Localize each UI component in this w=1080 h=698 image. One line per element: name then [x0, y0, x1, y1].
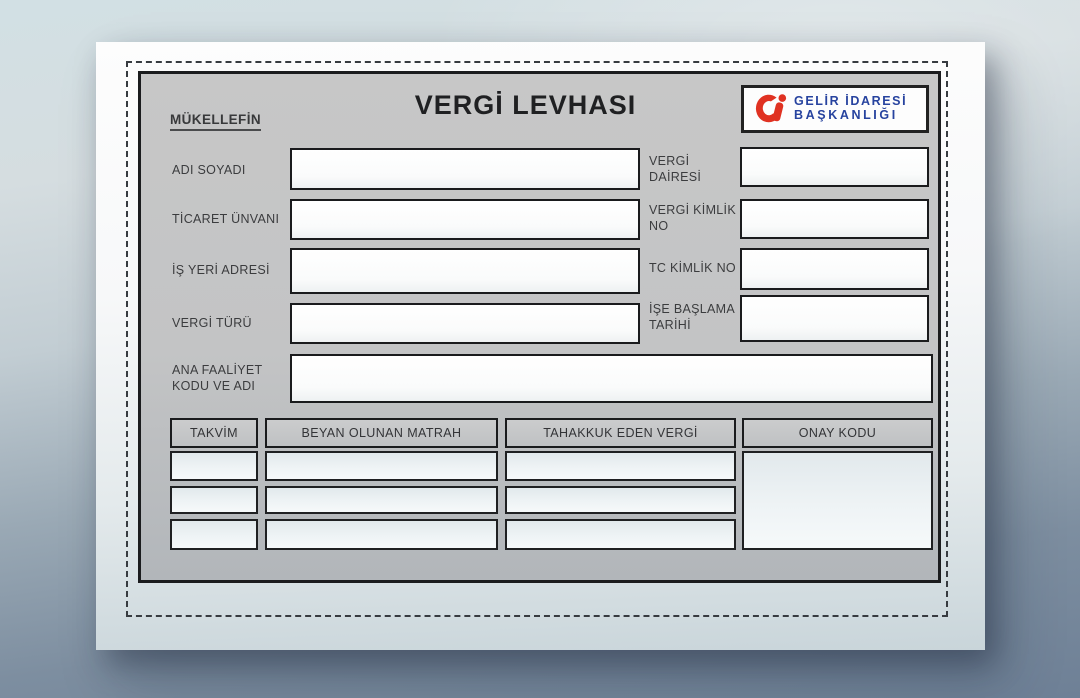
table-header-onay-kodu: ONAY KODU [742, 418, 933, 448]
field-box-adi-soyadi[interactable] [290, 148, 640, 190]
table-cell-matrah-row3[interactable] [265, 519, 498, 550]
field-box-is-yeri-adresi[interactable] [290, 248, 640, 294]
field-box-ise-baslama-tarihi[interactable] [740, 295, 929, 342]
table-header-takvim: TAKVİM [170, 418, 258, 448]
logo-line1: GELİR İDARESİ [794, 94, 907, 108]
field-label-vergi-dairesi: VERGİ DAİRESİ [649, 150, 739, 190]
field-label-vergi-turu: VERGİ TÜRÜ [172, 303, 292, 344]
table-header-beyan-olunan-matrah: BEYAN OLUNAN MATRAH [265, 418, 498, 448]
field-box-tc-kimlik-no[interactable] [740, 248, 929, 290]
scene-background: VERGİ LEVHASI MÜKELLEFİN GELİR İDARESİ B… [0, 0, 1080, 698]
field-label-adi-soyadi: ADI SOYADI [172, 151, 284, 191]
field-box-vergi-dairesi[interactable] [740, 147, 929, 187]
field-label-vergi-kimlik-no: VERGİ KİMLİK NO [649, 199, 739, 239]
table-cell-takvim-row1[interactable] [170, 451, 258, 481]
field-box-vergi-kimlik-no[interactable] [740, 199, 929, 239]
field-box-ana-faaliyet[interactable] [290, 354, 933, 403]
field-box-ticaret-unvani[interactable] [290, 199, 640, 240]
field-label-tc-kimlik-no: TC KİMLİK NO [649, 248, 741, 290]
table-cell-matrah-row2[interactable] [265, 486, 498, 514]
table-cell-takvim-row3[interactable] [170, 519, 258, 550]
field-label-ticaret-unvani: TİCARET ÜNVANI [172, 199, 292, 240]
field-label-is-yeri-adresi: İŞ YERİ ADRESİ [172, 248, 292, 294]
logo-line2: BAŞKANLIĞI [794, 108, 898, 122]
field-label-ana-faaliyet: ANA FAALİYET KODU VE ADI [172, 354, 292, 403]
gi-emblem-icon [748, 90, 790, 128]
field-box-vergi-turu[interactable] [290, 303, 640, 344]
form-panel: VERGİ LEVHASI MÜKELLEFİN GELİR İDARESİ B… [138, 71, 941, 583]
section-heading: MÜKELLEFİN [170, 112, 261, 131]
table-cell-matrah-row1[interactable] [265, 451, 498, 481]
logo-text: GELİR İDARESİ BAŞKANLIĞI [794, 95, 907, 123]
field-label-ise-baslama-tarihi: İŞE BAŞLAMA TARİHİ [649, 294, 739, 342]
tax-plate-document: VERGİ LEVHASI MÜKELLEFİN GELİR İDARESİ B… [96, 42, 985, 650]
table-cell-vergi-row2[interactable] [505, 486, 736, 514]
table-header-tahakkuk-eden-vergi: TAHAKKUK EDEN VERGİ [505, 418, 736, 448]
logo: GELİR İDARESİ BAŞKANLIĞI [741, 85, 929, 133]
table-cell-takvim-row2[interactable] [170, 486, 258, 514]
table-cell-vergi-row1[interactable] [505, 451, 736, 481]
table-cell-onay-kodu[interactable] [742, 451, 933, 550]
table-cell-vergi-row3[interactable] [505, 519, 736, 550]
